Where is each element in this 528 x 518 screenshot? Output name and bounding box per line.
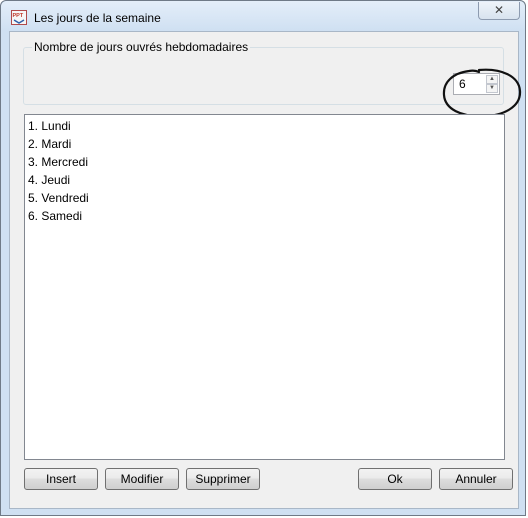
list-item[interactable]: 6. Samedi [28,207,82,225]
close-icon: ✕ [493,3,505,17]
working-days-label: Nombre de jours ouvrés hebdomadaires [32,40,251,54]
working-days-group: Nombre de jours ouvrés hebdomadaires [23,40,504,105]
list-item[interactable]: 4. Jeudi [28,171,70,189]
supprimer-button[interactable]: Supprimer [186,468,260,490]
list-item[interactable]: 1. Lundi [28,117,71,135]
title-bar[interactable]: PPT Les jours de la semaine ✕ [1,1,525,31]
ppt-app-icon: PPT [11,10,27,25]
days-listbox[interactable]: 1. Lundi 2. Mardi 3. Mercredi 4. Jeudi 5… [24,114,505,460]
ok-button[interactable]: Ok [358,468,432,490]
modifier-button[interactable]: Modifier [105,468,179,490]
insert-button[interactable]: Insert [24,468,98,490]
list-item[interactable]: 3. Mercredi [28,153,88,171]
dialog-client-area: Nombre de jours ouvrés hebdomadaires 6 ▲… [9,31,522,509]
spinner-value[interactable]: 6 [459,77,466,91]
chevron-up-icon: ▲ [489,76,495,82]
spin-down-button[interactable]: ▼ [486,84,498,93]
list-item[interactable]: 5. Vendredi [28,189,89,207]
window-title: Les jours de la semaine [34,11,161,25]
spin-up-button[interactable]: ▲ [486,75,498,84]
chevron-down-icon: ▼ [489,85,495,91]
annuler-button[interactable]: Annuler [439,468,513,490]
working-days-spinner[interactable]: 6 ▲ ▼ [453,73,500,95]
list-item[interactable]: 2. Mardi [28,135,71,153]
svg-text:PPT: PPT [13,13,24,19]
dialog-window: PPT Les jours de la semaine ✕ Nombre de … [0,0,526,516]
close-button[interactable]: ✕ [478,2,520,20]
